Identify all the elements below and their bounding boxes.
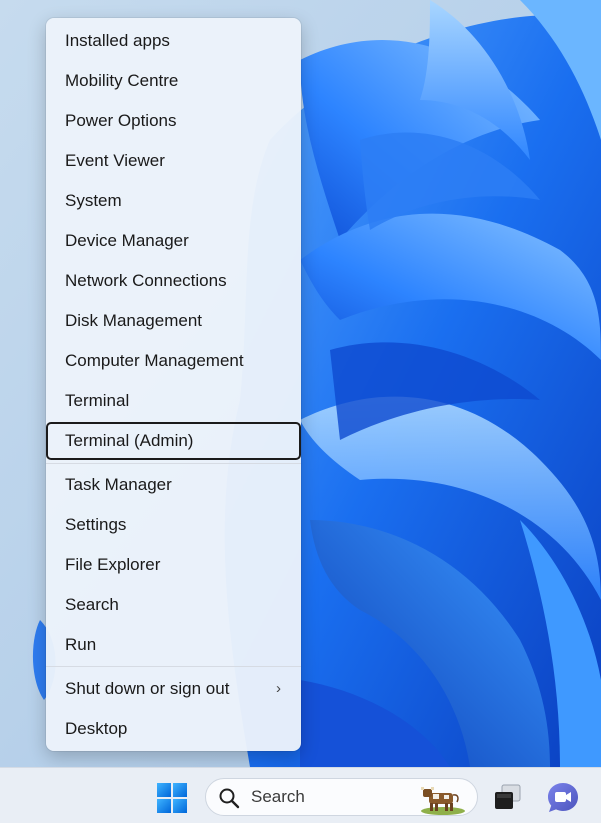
menu-item-shut-down-or-sign-out[interactable]: Shut down or sign out › [46, 670, 301, 708]
menu-item-installed-apps[interactable]: Installed apps [46, 22, 301, 60]
menu-item-label: Settings [65, 515, 127, 534]
windows-logo-icon[interactable] [152, 778, 192, 818]
menu-item-settings[interactable]: Settings [46, 506, 301, 544]
menu-item-disk-management[interactable]: Disk Management [46, 302, 301, 340]
menu-item-file-explorer[interactable]: File Explorer [46, 546, 301, 584]
menu-item-label: File Explorer [65, 555, 161, 574]
menu-item-terminal-admin[interactable]: Terminal (Admin) [46, 422, 301, 460]
chevron-right-icon: › [276, 680, 281, 697]
search-highlight-cow-icon [421, 787, 465, 815]
taskbar: Search [0, 767, 601, 823]
menu-item-label: Shut down or sign out [65, 679, 230, 698]
menu-item-device-manager[interactable]: Device Manager [46, 222, 301, 260]
menu-item-label: Terminal (Admin) [65, 431, 194, 450]
menu-item-desktop[interactable]: Desktop [46, 710, 301, 748]
menu-item-label: Disk Management [65, 311, 203, 330]
menu-separator [46, 666, 301, 667]
menu-item-label: Desktop [65, 719, 128, 738]
menu-item-network-connections[interactable]: Network Connections [46, 262, 301, 300]
menu-item-task-manager[interactable]: Task Manager [46, 466, 301, 504]
menu-item-label: Search [65, 595, 119, 614]
menu-item-mobility-centre[interactable]: Mobility Centre [46, 62, 301, 100]
taskbar-search-box[interactable]: Search [205, 778, 478, 816]
menu-item-label: Task Manager [65, 475, 172, 494]
search-icon [219, 788, 240, 809]
quick-link-menu: Installed apps Mobility Centre Power Opt… [46, 18, 301, 751]
menu-item-label: System [65, 191, 122, 210]
menu-item-label: Event Viewer [65, 151, 165, 170]
menu-item-label: Network Connections [65, 271, 227, 290]
menu-item-label: Computer Management [65, 351, 244, 370]
search-label: Search [251, 787, 305, 806]
menu-separator [46, 463, 301, 464]
menu-item-power-options[interactable]: Power Options [46, 102, 301, 140]
task-view-icon[interactable] [490, 780, 526, 816]
chat-icon[interactable] [545, 780, 581, 816]
menu-item-search[interactable]: Search [46, 586, 301, 624]
menu-item-terminal[interactable]: Terminal [46, 382, 301, 420]
menu-item-label: Run [65, 635, 97, 654]
menu-item-system[interactable]: System [46, 182, 301, 220]
menu-item-event-viewer[interactable]: Event Viewer [46, 142, 301, 180]
menu-item-computer-management[interactable]: Computer Management [46, 342, 301, 380]
menu-item-label: Installed apps [65, 31, 170, 50]
menu-item-label: Device Manager [65, 231, 189, 250]
menu-item-run[interactable]: Run [46, 626, 301, 664]
menu-item-label: Terminal [65, 391, 130, 410]
menu-item-label: Mobility Centre [65, 71, 179, 90]
menu-item-label: Power Options [65, 111, 177, 130]
desktop-screen: Installed apps Mobility Centre Power Opt… [0, 0, 601, 823]
